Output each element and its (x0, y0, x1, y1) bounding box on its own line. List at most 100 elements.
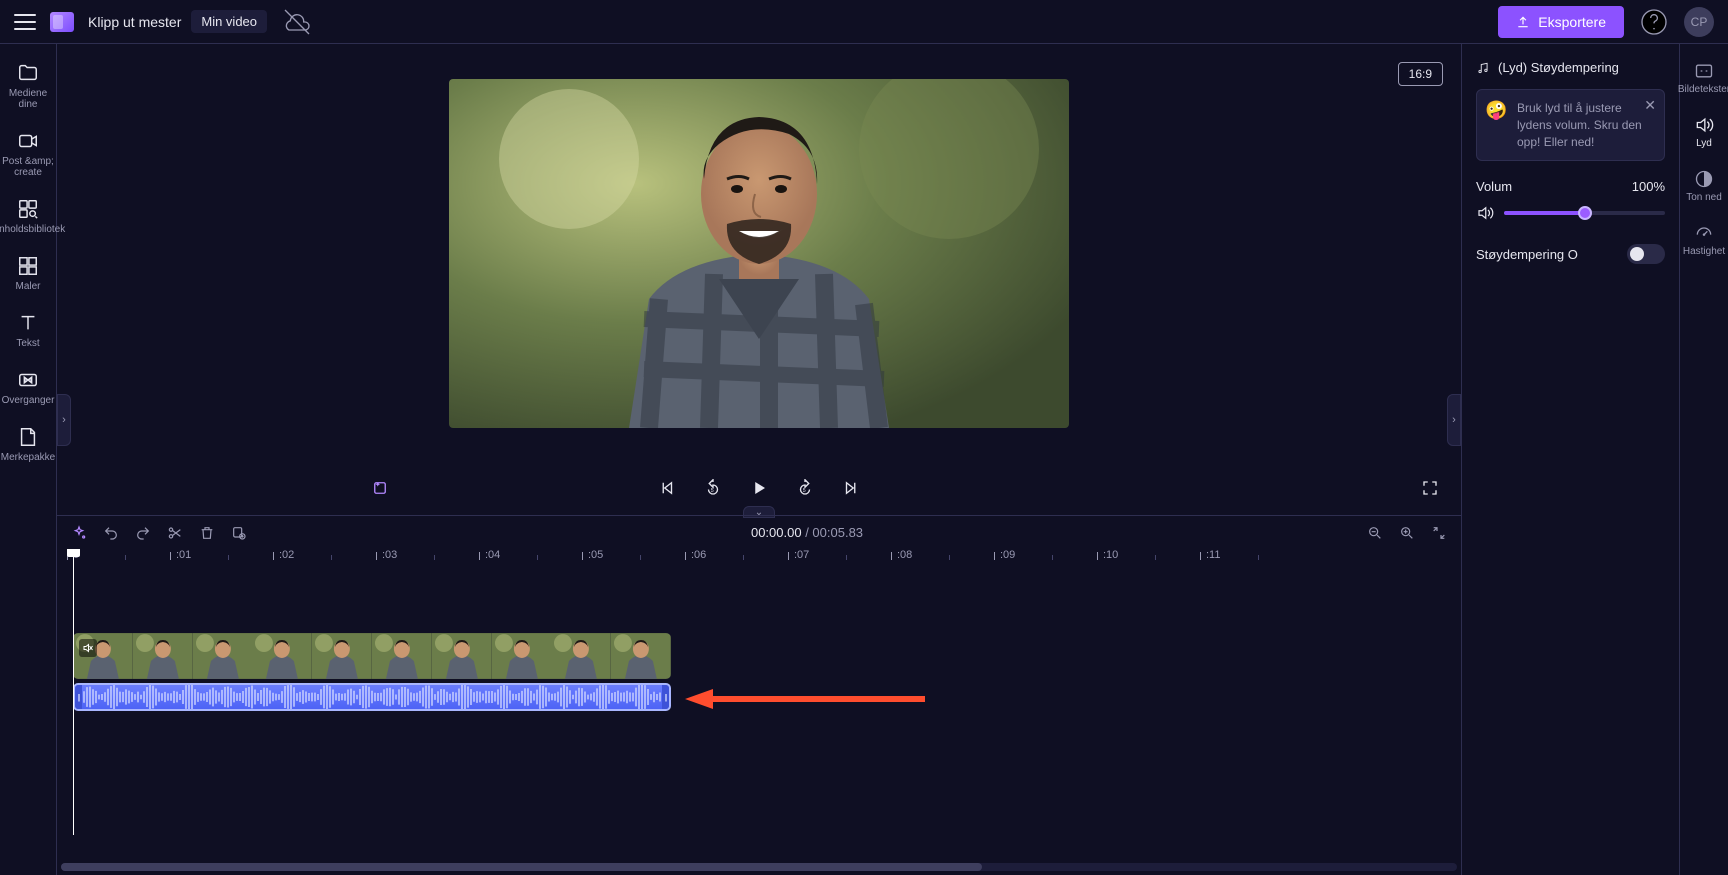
clip-handle-left-icon[interactable]: || (75, 685, 82, 709)
sidebar-item-audio[interactable]: Lyd (1680, 108, 1728, 156)
ruler-tick: :02 (279, 549, 294, 561)
split-button[interactable] (167, 525, 183, 541)
fit-timeline-button[interactable] (1431, 525, 1447, 541)
volume-slider-row (1476, 204, 1665, 222)
play-button[interactable] (746, 475, 772, 501)
title-area: Klipp ut mester Min video (88, 10, 267, 33)
sidebar-item-transitions[interactable]: Overganger (0, 361, 57, 414)
tip-text: Bruk lyd til å justere lydens volum. Skr… (1517, 101, 1642, 149)
volume-slider[interactable] (1504, 211, 1665, 215)
export-button[interactable]: Eksportere (1498, 6, 1624, 38)
undo-button[interactable] (103, 525, 119, 541)
menu-button[interactable] (14, 14, 36, 30)
sidebar-label: Overganger (2, 395, 55, 406)
panel-title: (Lyd) Støydempering (1498, 60, 1619, 75)
sidebar-label: Bildetekster (1678, 84, 1728, 95)
sidebar-item-record[interactable]: Post &amp; create (0, 122, 57, 186)
fullscreen-button[interactable] (1417, 475, 1443, 501)
timeline-ruler[interactable]: 0:01:02:03:04:05:06:07:08:09:10:11 (73, 549, 1461, 575)
ruler-tick: :07 (794, 549, 809, 561)
sidebar-item-text[interactable]: Tekst (0, 304, 57, 357)
ruler-tick: :06 (691, 549, 706, 561)
zoom-in-button[interactable] (1399, 525, 1415, 541)
help-icon[interactable] (1638, 6, 1670, 38)
project-name-field[interactable]: Min video (191, 10, 267, 33)
noise-toggle[interactable] (1627, 244, 1665, 264)
volume-row: Volum 100% (1476, 179, 1665, 194)
ruler-tick: :05 (588, 549, 603, 561)
top-bar: Klipp ut mester Min video Eksportere CP (0, 0, 1728, 44)
svg-text:5: 5 (711, 488, 714, 494)
skip-start-button[interactable] (654, 475, 680, 501)
timeline: 0:01:02:03:04:05:06:07:08:09:10:11 || || (57, 549, 1461, 875)
duplicate-button[interactable] (231, 525, 247, 541)
sidebar-item-media[interactable]: Mediene dine (0, 54, 57, 118)
sidebar-item-library[interactable]: Innholdsbibliotek (0, 190, 57, 243)
video-preview[interactable] (449, 79, 1069, 428)
ruler-tick: :03 (382, 549, 397, 561)
playhead[interactable] (73, 549, 74, 835)
cloud-off-icon[interactable] (281, 6, 313, 38)
ruler-tick: :04 (485, 549, 500, 561)
skip-end-button[interactable] (838, 475, 864, 501)
app-logo-icon (50, 12, 74, 32)
volume-label: Volum (1476, 179, 1512, 194)
volume-value: 100% (1632, 179, 1665, 194)
time-current: 00:00.00 (751, 525, 802, 540)
noise-label: Støydempering O (1476, 247, 1578, 262)
tip-close-button[interactable]: ✕ (1644, 96, 1656, 116)
preview-area: 16:9 (57, 44, 1461, 463)
tip-emoji-icon: 🤪 (1485, 98, 1507, 123)
sidebar-label: Maler (15, 281, 40, 292)
audio-clip[interactable]: || || (73, 683, 671, 711)
ruler-tick: :08 (897, 549, 912, 561)
sidebar-label: Merkepakke (1, 452, 55, 463)
sidebar-item-templates[interactable]: Maler (0, 247, 57, 300)
video-clip[interactable] (73, 633, 671, 679)
user-avatar[interactable]: CP (1684, 7, 1714, 37)
audio-panel: (Lyd) Støydempering 🤪 ✕ Bruk lyd til å j… (1461, 44, 1679, 875)
panel-header: (Lyd) Støydempering (1476, 60, 1665, 75)
sidebar-label: Ton ned (1686, 192, 1722, 203)
svg-text:5: 5 (803, 488, 806, 494)
timeline-toolbar: 00:00.00 / 00:05.83 (57, 515, 1461, 549)
app-title: Klipp ut mester (88, 14, 181, 30)
ruler-tick: :10 (1103, 549, 1118, 561)
redo-button[interactable] (135, 525, 151, 541)
sidebar-label: Mediene dine (0, 88, 57, 110)
ruler-tick: :11 (1206, 549, 1220, 561)
annotation-arrow-icon (685, 689, 925, 709)
noise-row: Støydempering O (1476, 244, 1665, 264)
zoom-out-button[interactable] (1367, 525, 1383, 541)
left-sidebar: Mediene dine Post &amp; create Innholdsb… (0, 44, 57, 875)
sparkle-button[interactable] (71, 525, 87, 541)
sidebar-label: Lyd (1696, 138, 1712, 149)
sidebar-label: Innholdsbibliotek (0, 224, 65, 235)
magic-tools-button[interactable] (367, 475, 393, 501)
ruler-tick: :09 (1000, 549, 1015, 561)
volume-icon (1476, 204, 1494, 222)
sidebar-label: Tekst (16, 338, 39, 349)
preview-pane: 16:9 (57, 44, 1461, 513)
clip-handle-right-icon[interactable]: || (662, 685, 669, 709)
sidebar-item-fade[interactable]: Ton ned (1680, 162, 1728, 210)
time-duration: 00:05.83 (812, 525, 863, 540)
sidebar-label: Hastighet (1683, 246, 1725, 257)
aspect-ratio-button[interactable]: 16:9 (1398, 62, 1443, 86)
mute-icon (79, 639, 97, 657)
right-sidebar: Bildetekster Lyd Ton ned Hastighet (1679, 44, 1728, 875)
time-readout: 00:00.00 / 00:05.83 (751, 525, 863, 540)
tip-box: 🤪 ✕ Bruk lyd til å justere lydens volum.… (1476, 89, 1665, 161)
forward-5-button[interactable]: 5 (792, 475, 818, 501)
timeline-scrollbar[interactable] (61, 863, 1457, 871)
sidebar-item-speed[interactable]: Hastighet (1680, 216, 1728, 264)
timeline-tracks[interactable]: || || (73, 575, 1461, 835)
rewind-5-button[interactable]: 5 (700, 475, 726, 501)
sidebar-item-captions[interactable]: Bildetekster (1680, 54, 1728, 102)
export-label: Eksportere (1538, 14, 1606, 30)
delete-button[interactable] (199, 525, 215, 541)
waveform-icon (82, 685, 662, 709)
ruler-tick: :01 (176, 549, 191, 561)
sidebar-label: Post &amp; create (2, 156, 54, 178)
sidebar-item-brandkit[interactable]: Merkepakke (0, 418, 57, 471)
